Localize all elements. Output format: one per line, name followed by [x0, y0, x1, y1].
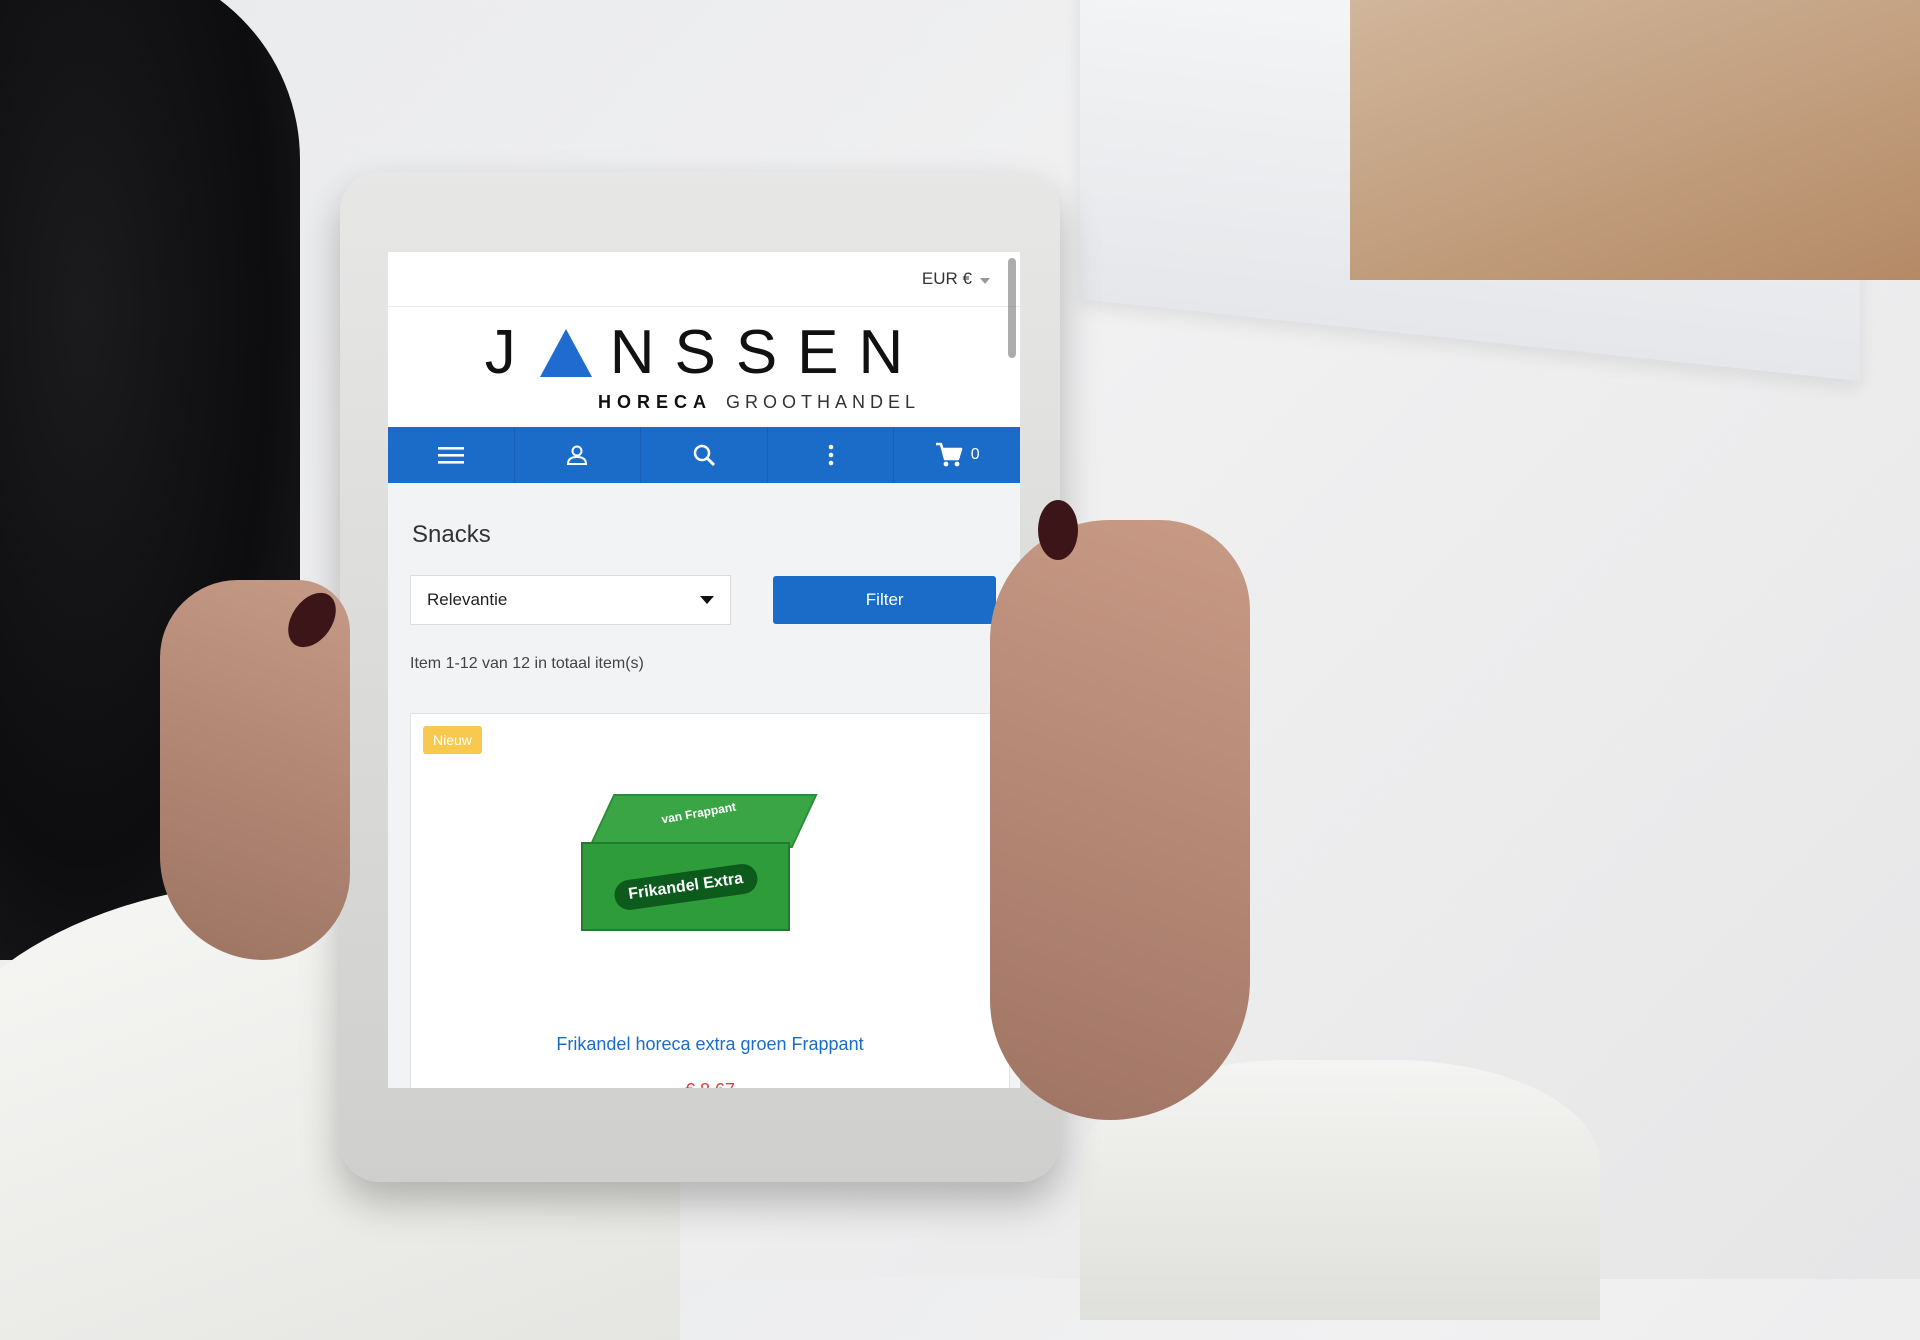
product-card[interactable]: Nieuw van Frappant Frikandel Extra Frika… [410, 713, 1010, 1088]
right-thumbnail [1038, 500, 1078, 560]
box-label: Frikandel Extra [612, 861, 759, 912]
search-icon [693, 444, 716, 467]
cart-count: 0 [970, 446, 980, 463]
box-top [588, 794, 818, 848]
caret-down-icon [700, 596, 715, 604]
cart-icon [935, 442, 962, 467]
box-front: Frikandel Extra [581, 842, 790, 931]
logo[interactable]: J NSSEN HORECA GROOTHANDEL [388, 307, 1020, 427]
logo-subtitle: HORECA GROOTHANDEL [488, 392, 920, 413]
product-name-link[interactable]: Frikandel horeca extra groen Frappant [411, 1034, 1009, 1055]
currency-label: EUR € [921, 269, 972, 288]
sort-selected-value: Relevantie [427, 590, 508, 609]
listing-controls: Relevantie Filter [410, 575, 996, 625]
user-icon [567, 445, 588, 465]
menu-icon [437, 447, 464, 464]
nav-menu-button[interactable] [388, 427, 515, 483]
nav-more-button[interactable] [768, 427, 895, 483]
sort-select[interactable]: Relevantie [410, 575, 732, 625]
logo-sub-bold: HORECA [597, 391, 712, 412]
nav-account-button[interactable] [515, 427, 642, 483]
product-image[interactable]: van Frappant Frikandel Extra [571, 794, 831, 944]
logo-letters-rest: NSSEN [609, 317, 924, 387]
page-title: Snacks [412, 521, 491, 548]
nav-search-button[interactable] [641, 427, 768, 483]
product-price: € 8,67 [411, 1080, 1009, 1088]
item-count: Item 1-12 van 12 in totaal item(s) [410, 655, 644, 672]
top-bar: EUR € [388, 252, 1020, 307]
folder [1350, 0, 1920, 280]
chevron-down-icon [980, 277, 990, 284]
more-vertical-icon [828, 444, 833, 466]
new-badge: Nieuw [423, 726, 482, 754]
main-content: Snacks Relevantie Filter Item 1-12 van 1… [388, 483, 1020, 1088]
main-nav: 0 [388, 427, 1020, 483]
logo-triangle-icon [539, 328, 592, 377]
logo-wordmark: J NSSEN [484, 317, 924, 387]
filter-button[interactable]: Filter [773, 576, 996, 624]
scrollbar[interactable] [1008, 258, 1016, 358]
tablet-screen: EUR € J NSSEN HORECA GROOTHANDEL 0 Snack… [388, 252, 1020, 1088]
logo-sub-light: GROOTHANDEL [725, 391, 921, 412]
right-hand [990, 520, 1250, 1120]
logo-letter-j: J [484, 317, 536, 387]
nav-cart-button[interactable]: 0 [894, 427, 1020, 483]
currency-selector[interactable]: EUR € [922, 269, 990, 289]
